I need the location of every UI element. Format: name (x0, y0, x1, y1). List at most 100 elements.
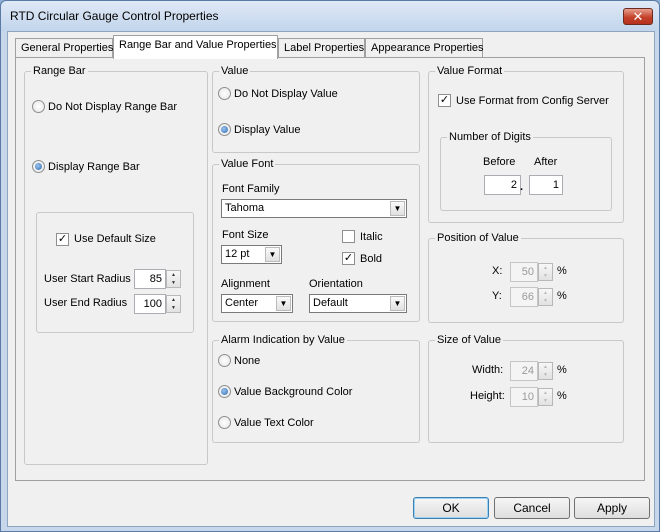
do-not-display-value-label: Do Not Display Value (234, 88, 338, 100)
width-field[interactable]: 24 (510, 361, 538, 381)
font-family-label: Font Family (222, 183, 280, 195)
alignment-label: Alignment (221, 278, 270, 290)
digits-after-field[interactable]: 1 (529, 175, 563, 195)
dropdown-arrow-icon: ▼ (276, 296, 291, 311)
tab-general-properties[interactable]: General Properties (15, 38, 113, 58)
before-label: Before (483, 156, 516, 168)
bold-checkbox[interactable]: ✓ (342, 252, 355, 265)
dropdown-arrow-icon: ▼ (265, 247, 280, 262)
cancel-button[interactable]: Cancel (494, 497, 570, 519)
italic-checkbox[interactable] (342, 230, 355, 243)
font-size-label: Font Size (222, 229, 269, 241)
alarm-value-text-color-radio[interactable] (218, 416, 231, 429)
position-y-unit: % (557, 290, 567, 302)
user-end-radius-spinner[interactable]: ▲ ▼ (166, 295, 181, 313)
check-icon: ✓ (343, 252, 354, 264)
user-end-radius-field[interactable]: 100 (134, 294, 166, 314)
apply-button[interactable]: Apply (574, 497, 650, 519)
spin-down-icon: ▼ (171, 305, 176, 311)
font-size-select[interactable]: 12 pt ▼ (221, 245, 282, 264)
spin-up-icon: ▲ (543, 364, 548, 370)
value-font-group-title: Value Font (219, 158, 276, 170)
close-button[interactable]: ✕ (623, 8, 653, 25)
do-not-display-range-bar-radio[interactable] (32, 100, 45, 113)
check-icon: ✓ (439, 94, 450, 106)
title-bar[interactable]: RTD Circular Gauge Control Properties ✕ (1, 1, 659, 31)
use-default-size-checkbox[interactable]: ✓ (56, 233, 69, 246)
digits-before-field[interactable]: 2 (484, 175, 521, 195)
alarm-indication-group-title: Alarm Indication by Value (219, 334, 347, 346)
position-y-field[interactable]: 66 (510, 287, 538, 307)
position-y-spinner[interactable]: ▲ ▼ (538, 288, 553, 306)
orientation-label: Orientation (309, 278, 363, 290)
user-end-radius-label: User End Radius (44, 297, 128, 309)
position-of-value-group-title: Position of Value (435, 232, 521, 244)
tab-label: General Properties (21, 42, 114, 54)
tab-label: Appearance Properties (371, 42, 484, 54)
spin-down-icon: ▼ (171, 280, 176, 286)
height-field[interactable]: 10 (510, 387, 538, 407)
number-of-digits-group-title: Number of Digits (447, 131, 533, 143)
spin-down-icon: ▼ (543, 273, 548, 279)
use-format-from-config-server-label: Use Format from Config Server (456, 95, 609, 107)
check-icon: ✓ (57, 233, 68, 245)
display-value-radio[interactable] (218, 123, 231, 136)
display-value-label: Display Value (234, 124, 301, 136)
spin-down-icon: ▼ (543, 298, 548, 304)
width-spinner[interactable]: ▲ ▼ (538, 362, 553, 380)
height-label: Height: (470, 390, 505, 402)
dialog-window: RTD Circular Gauge Control Properties ✕ … (0, 0, 660, 532)
spin-down-icon: ▼ (543, 398, 548, 404)
width-unit: % (557, 364, 567, 376)
user-start-radius-label: User Start Radius (44, 273, 131, 285)
alarm-value-text-color-label: Value Text Color (234, 417, 314, 429)
alarm-none-label: None (234, 355, 261, 367)
tab-label: Label Properties (284, 42, 365, 54)
spin-up-icon: ▲ (171, 272, 176, 278)
dropdown-arrow-icon: ▼ (390, 296, 405, 311)
alarm-none-radio[interactable] (218, 354, 231, 367)
orientation-value: Default (313, 297, 348, 309)
italic-label: Italic (360, 231, 383, 243)
value-group-title: Value (219, 65, 251, 77)
user-start-radius-field[interactable]: 85 (134, 269, 166, 289)
use-format-from-config-server-checkbox[interactable]: ✓ (438, 94, 451, 107)
ok-button[interactable]: OK (413, 497, 489, 519)
font-family-value: Tahoma (225, 202, 265, 214)
close-icon: ✕ (632, 9, 644, 24)
size-of-value-group-title: Size of Value (435, 334, 504, 346)
number-of-digits-group: Number of Digits (440, 131, 612, 211)
alarm-value-background-color-radio[interactable] (218, 385, 231, 398)
after-label: After (534, 156, 558, 168)
user-start-radius-spinner[interactable]: ▲ ▼ (166, 270, 181, 288)
tab-label-properties[interactable]: Label Properties (278, 38, 365, 58)
do-not-display-range-bar-label: Do Not Display Range Bar (48, 101, 178, 113)
alignment-select[interactable]: Center ▼ (221, 294, 293, 313)
orientation-select[interactable]: Default ▼ (309, 294, 407, 313)
width-label: Width: (472, 364, 504, 376)
decimal-separator: . (520, 181, 524, 193)
tab-range-bar-and-value-properties[interactable]: Range Bar and Value Properties (113, 35, 278, 59)
do-not-display-value-radio[interactable] (218, 87, 231, 100)
position-x-field[interactable]: 50 (510, 262, 538, 282)
alarm-value-background-color-label: Value Background Color (234, 386, 353, 398)
tab-label: Range Bar and Value Properties (119, 39, 277, 51)
spin-up-icon: ▲ (543, 290, 548, 296)
spin-up-icon: ▲ (171, 297, 176, 303)
value-group: Value (212, 65, 420, 153)
display-range-bar-radio[interactable] (32, 160, 45, 173)
font-size-value: 12 pt (225, 248, 250, 260)
position-x-unit: % (557, 265, 567, 277)
alignment-value: Center (225, 297, 259, 309)
spin-up-icon: ▲ (543, 265, 548, 271)
position-y-label: Y: (492, 290, 502, 302)
bold-label: Bold (360, 253, 383, 265)
position-x-spinner[interactable]: ▲ ▼ (538, 263, 553, 281)
font-family-select[interactable]: Tahoma ▼ (221, 199, 407, 218)
display-range-bar-label: Display Range Bar (48, 161, 140, 173)
spin-down-icon: ▼ (543, 372, 548, 378)
height-spinner[interactable]: ▲ ▼ (538, 388, 553, 406)
tab-appearance-properties[interactable]: Appearance Properties (365, 38, 484, 58)
tab-panel: Range Bar Do Not Display Range Bar Displ… (15, 57, 645, 481)
height-unit: % (557, 390, 567, 402)
